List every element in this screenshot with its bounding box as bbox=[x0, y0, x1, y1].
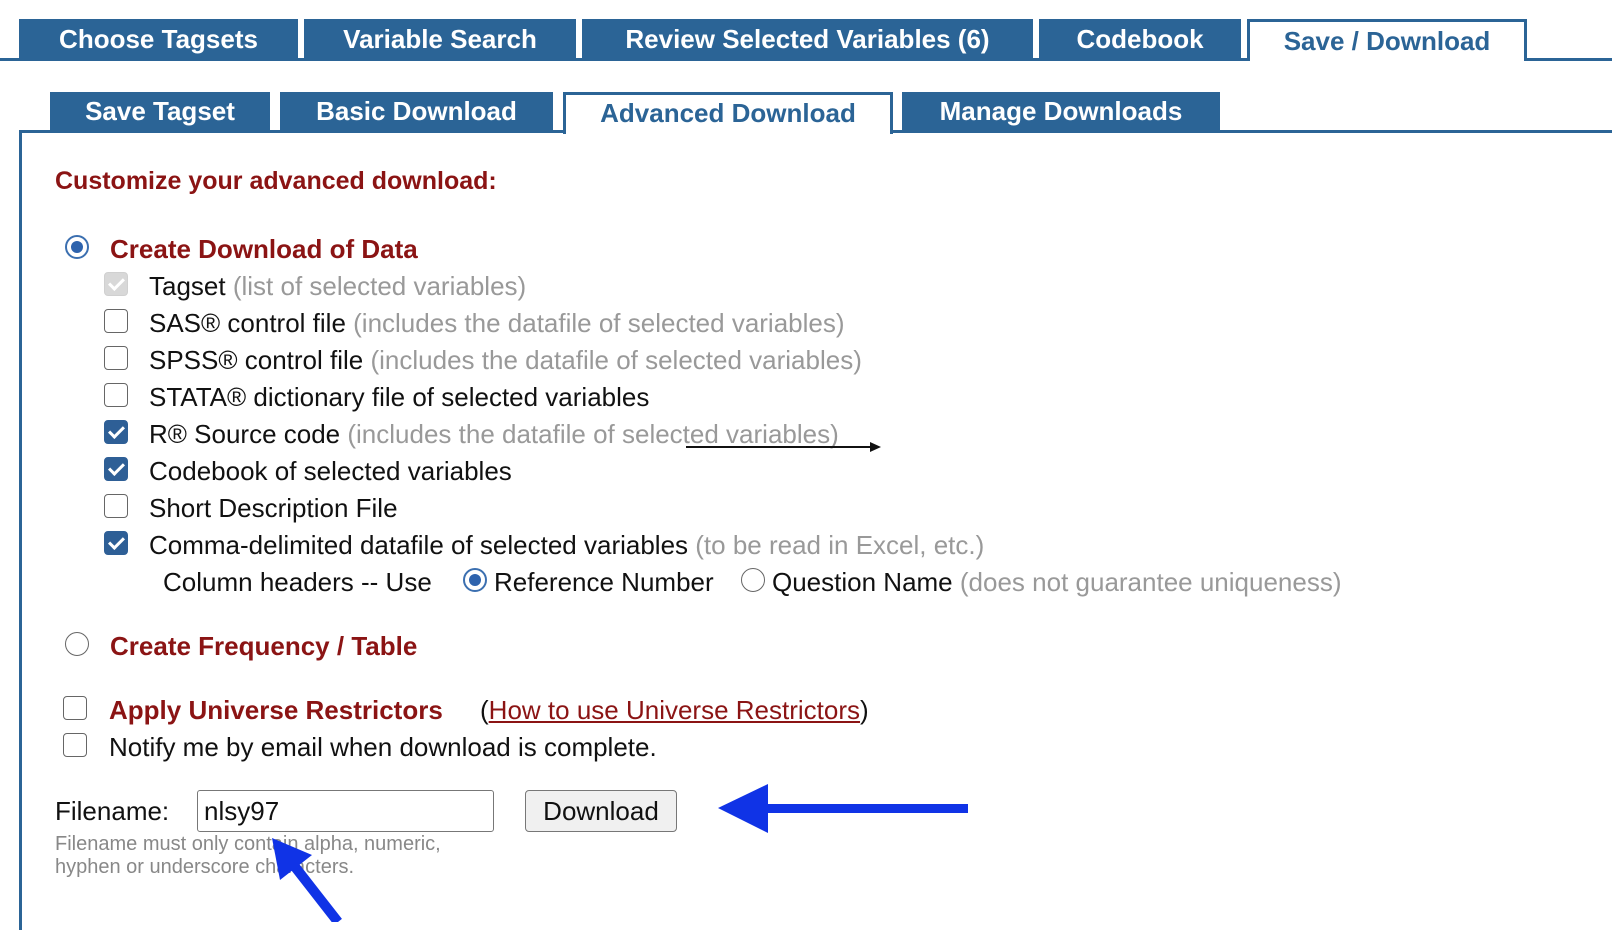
filename-label: Filename: bbox=[55, 796, 170, 826]
short-description-label: Short Description File bbox=[149, 493, 398, 523]
question-name-label: Question Name bbox=[772, 567, 953, 597]
codebook-checkbox[interactable] bbox=[104, 457, 128, 481]
filename-note-line2: hyphen or underscore characters. bbox=[55, 856, 355, 878]
spss-option: SPSS® control file (includes the datafil… bbox=[149, 345, 862, 375]
subtab-save-tagset[interactable]: Save Tagset bbox=[50, 92, 270, 130]
close-paren: ) bbox=[860, 695, 869, 725]
comma-delimited-hint: (to be read in Excel, etc.) bbox=[695, 530, 985, 560]
universe-help: (How to use Universe Restrictors) bbox=[480, 695, 869, 725]
stata-checkbox[interactable] bbox=[104, 383, 128, 407]
tab-codebook[interactable]: Codebook bbox=[1039, 19, 1241, 58]
r-source-checkbox[interactable] bbox=[104, 420, 128, 444]
short-description-option: Short Description File bbox=[149, 493, 398, 523]
column-headers-label: Column headers -- Use bbox=[163, 567, 432, 597]
download-button[interactable]: Download bbox=[525, 790, 677, 832]
stata-label: STATA® dictionary file of selected varia… bbox=[149, 382, 650, 412]
subtab-basic-download[interactable]: Basic Download bbox=[280, 92, 553, 130]
sas-hint: (includes the datafile of selected varia… bbox=[353, 308, 845, 338]
universe-restrictors-help-link[interactable]: How to use Universe Restrictors bbox=[489, 695, 860, 725]
spss-checkbox[interactable] bbox=[104, 346, 128, 370]
filename-note-line1: Filename must only contain alpha, numeri… bbox=[55, 833, 441, 855]
codebook-option: Codebook of selected variables bbox=[149, 456, 512, 486]
r-source-hint: (includes the datafile of selected varia… bbox=[347, 419, 839, 449]
sas-label: SAS® control file bbox=[149, 308, 346, 338]
tab-choose-tagsets[interactable]: Choose Tagsets bbox=[19, 19, 298, 58]
spss-hint: (includes the datafile of selected varia… bbox=[370, 345, 862, 375]
universe-restrictors-checkbox[interactable] bbox=[63, 696, 87, 720]
create-frequency-label: Create Frequency / Table bbox=[110, 631, 418, 661]
tagset-checkbox[interactable] bbox=[104, 272, 128, 296]
reference-number-label: Reference Number bbox=[494, 567, 714, 597]
create-download-radio[interactable] bbox=[65, 235, 89, 259]
stata-option: STATA® dictionary file of selected varia… bbox=[149, 382, 649, 412]
comma-delimited-label: Comma-delimited datafile of selected var… bbox=[149, 530, 689, 560]
tagset-label: Tagset bbox=[149, 271, 226, 301]
short-description-checkbox[interactable] bbox=[104, 494, 128, 518]
tagset-option: Tagset (list of selected variables) bbox=[149, 271, 526, 301]
question-name-hint: (does not guarantee uniqueness) bbox=[959, 567, 1342, 597]
tab-save-download[interactable]: Save / Download bbox=[1247, 19, 1527, 61]
subtab-manage-downloads[interactable]: Manage Downloads bbox=[902, 92, 1220, 130]
comma-delimited-option: Comma-delimited datafile of selected var… bbox=[149, 530, 984, 560]
open-paren: ( bbox=[480, 695, 489, 725]
filename-input[interactable] bbox=[197, 790, 494, 832]
spss-label: SPSS® control file bbox=[149, 345, 364, 375]
create-download-label: Create Download of Data bbox=[110, 234, 418, 264]
sas-checkbox[interactable] bbox=[104, 309, 128, 333]
universe-restrictors-label: Apply Universe Restrictors bbox=[109, 695, 443, 725]
notify-email-checkbox[interactable] bbox=[63, 733, 87, 757]
tab-variable-search[interactable]: Variable Search bbox=[304, 19, 576, 58]
tab-review-selected-variables[interactable]: Review Selected Variables (6) bbox=[582, 19, 1033, 58]
r-source-label: R® Source code bbox=[149, 419, 341, 449]
filename-note: Filename must only contain alpha, numeri… bbox=[55, 833, 441, 879]
tagset-hint: (list of selected variables) bbox=[232, 271, 527, 301]
comma-delimited-checkbox[interactable] bbox=[104, 531, 128, 555]
subtab-advanced-download[interactable]: Advanced Download bbox=[563, 92, 893, 134]
question-name-option: Question Name (does not guarantee unique… bbox=[772, 567, 1342, 597]
reference-number-radio[interactable] bbox=[463, 568, 487, 592]
create-frequency-radio[interactable] bbox=[65, 632, 89, 656]
sas-option: SAS® control file (includes the datafile… bbox=[149, 308, 845, 338]
notify-email-label: Notify me by email when download is comp… bbox=[109, 732, 657, 762]
codebook-label: Codebook of selected variables bbox=[149, 456, 512, 486]
page-heading: Customize your advanced download: bbox=[55, 167, 497, 195]
question-name-radio[interactable] bbox=[741, 568, 765, 592]
r-source-option: R® Source code (includes the datafile of… bbox=[149, 419, 839, 449]
